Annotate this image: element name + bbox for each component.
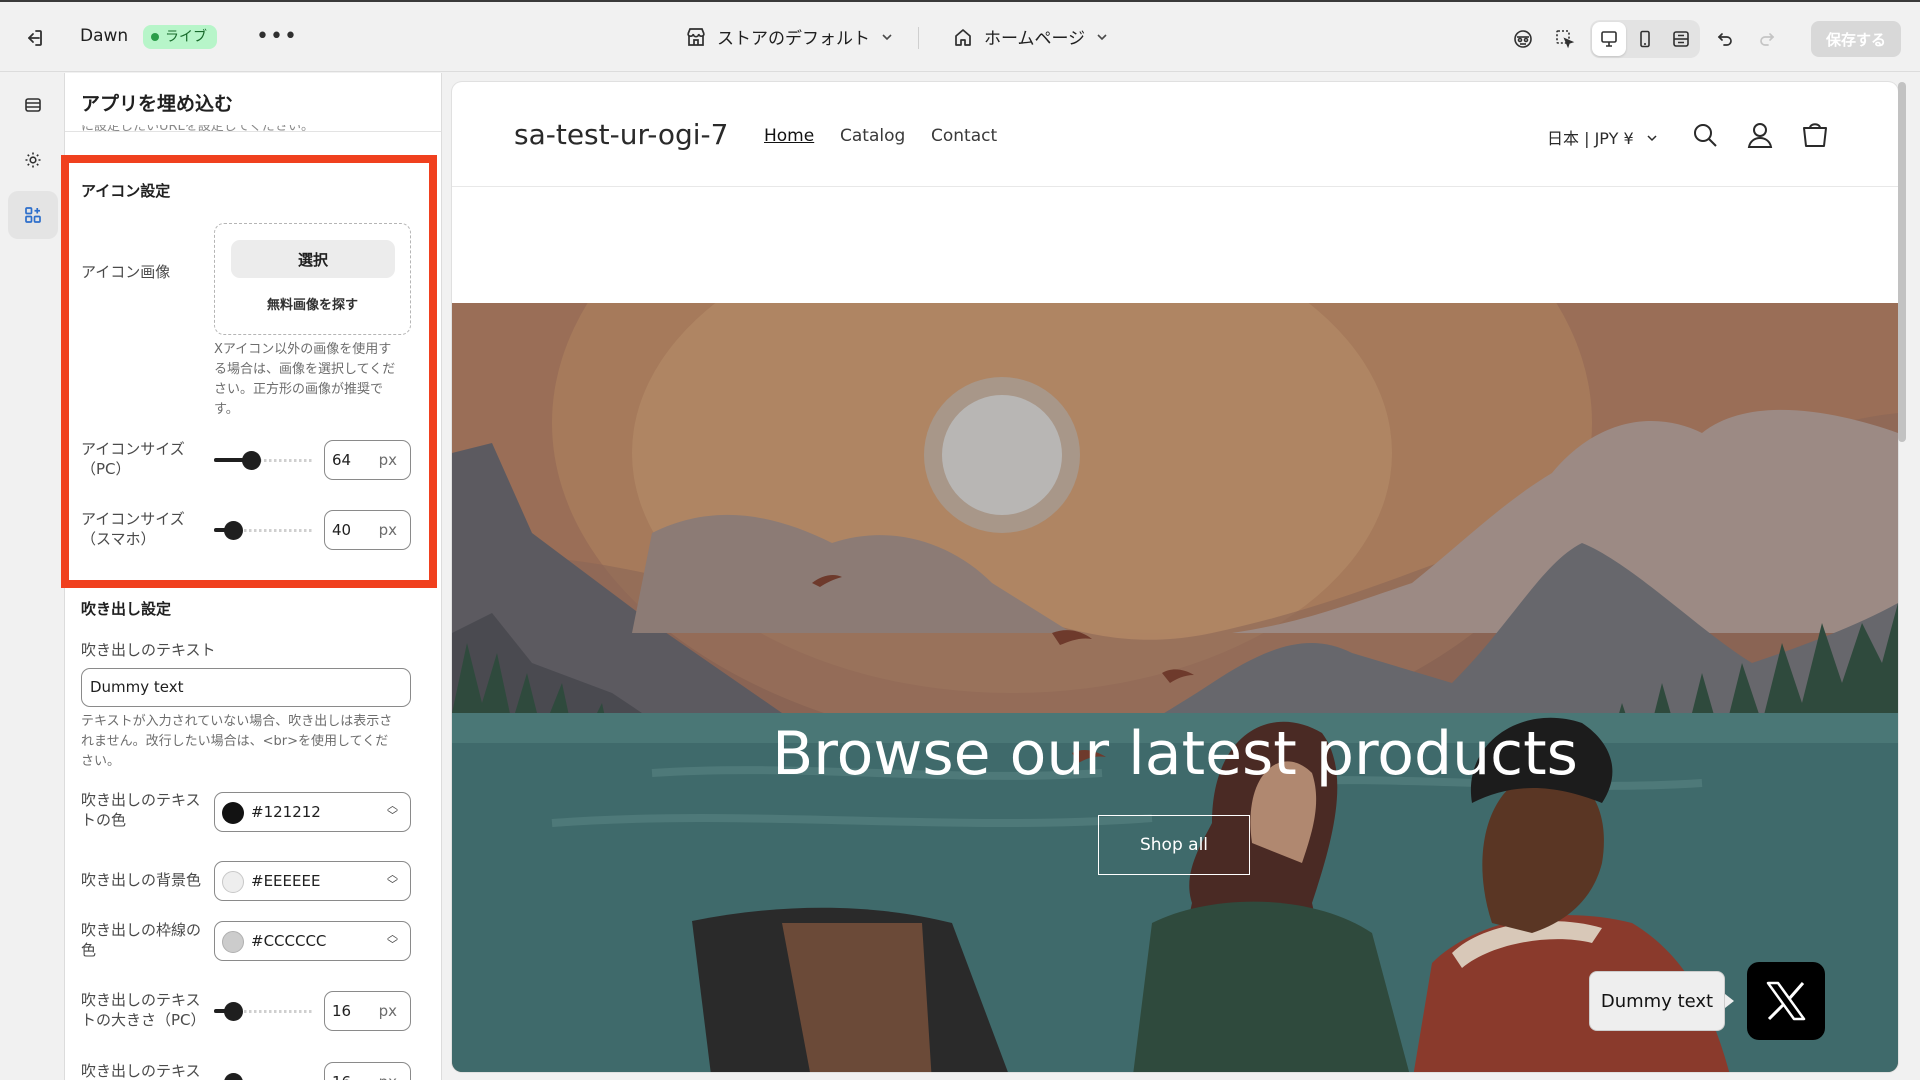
bubble-border-color-label: 吹き出しの枠線の 色 bbox=[81, 920, 201, 960]
store-selector-label: ストアのデフォルト bbox=[717, 29, 870, 49]
store-icon bbox=[687, 27, 705, 46]
panel-divider bbox=[65, 131, 441, 132]
bubble-font-size-pc-input[interactable]: 16 px bbox=[324, 991, 411, 1031]
label-line: トの色 bbox=[81, 811, 127, 829]
topbar-divider bbox=[918, 27, 919, 49]
color-hex-value: #EEEEEE bbox=[251, 872, 321, 890]
x-logo-icon[interactable] bbox=[1747, 962, 1825, 1040]
slider-handle[interactable] bbox=[224, 1002, 243, 1021]
bubble-bg-color-picker[interactable]: #EEEEEE ︿ ﹀ bbox=[214, 861, 411, 901]
inspector-icon[interactable] bbox=[1548, 22, 1582, 56]
app-embeds-icon[interactable] bbox=[8, 191, 58, 239]
cart-icon[interactable] bbox=[1799, 119, 1831, 151]
desktop-view-icon[interactable] bbox=[1592, 22, 1626, 56]
number-value: 16 bbox=[332, 1002, 352, 1020]
editor-sidebar-rail bbox=[0, 73, 65, 1080]
bubble-font-size-sp-slider[interactable] bbox=[214, 1072, 314, 1080]
highlight-box bbox=[61, 155, 437, 588]
save-button[interactable]: 保存する bbox=[1811, 21, 1901, 57]
label-line: 吹き出しのテキス bbox=[81, 791, 201, 809]
panel-cutoff-row: 吹き出しのテキス 16 px bbox=[65, 1058, 442, 1080]
label-line: 吹き出しのテキス bbox=[81, 991, 201, 1009]
label-line: 色 bbox=[81, 941, 97, 959]
color-swatch bbox=[222, 931, 244, 953]
stepper-arrows-icon: ︿ ﹀ bbox=[387, 868, 398, 891]
nav-link-catalog[interactable]: Catalog bbox=[840, 126, 905, 146]
account-icon[interactable] bbox=[1744, 119, 1776, 151]
hero-heading: Browse our latest products bbox=[772, 719, 1578, 789]
storefront-preview: sa-test-ur-ogi-7 Home Catalog Contact 日本… bbox=[452, 82, 1898, 1072]
live-status-badge: ライブ bbox=[143, 25, 217, 49]
label-line: 吹き出しの枠線の bbox=[81, 921, 202, 939]
undo-icon[interactable] bbox=[1708, 22, 1742, 56]
status-dot-icon bbox=[151, 33, 159, 41]
store-selector[interactable]: ストアのデフォルト bbox=[685, 24, 894, 49]
live-badge-label: ライブ bbox=[165, 29, 207, 45]
speech-bubble-tail bbox=[1725, 994, 1734, 1008]
page-selector[interactable]: ホームページ bbox=[952, 24, 1109, 49]
preview-scrollbar[interactable] bbox=[1898, 82, 1906, 442]
nav-link-contact[interactable]: Contact bbox=[931, 126, 997, 146]
bubble-text-help: テキストが入力されていない場合、吹き出しは表示さ れません。改行したい場合は、<… bbox=[81, 712, 416, 772]
theme-settings-icon[interactable] bbox=[8, 136, 58, 184]
editor-topbar: Dawn ライブ ••• ストアのデフォルト ホームページ 保存する bbox=[0, 2, 1920, 72]
chevron-down-icon bbox=[1097, 33, 1107, 40]
currency-label: 日本 | JPY ¥ bbox=[1547, 129, 1634, 148]
mobile-view-icon[interactable] bbox=[1628, 22, 1662, 56]
color-hex-value: #121212 bbox=[251, 803, 321, 821]
color-swatch bbox=[222, 871, 244, 893]
search-icon[interactable] bbox=[1689, 119, 1721, 151]
chevron-down-icon bbox=[1647, 135, 1657, 142]
unit-label: px bbox=[378, 1002, 397, 1020]
fullscreen-view-icon[interactable] bbox=[1664, 22, 1698, 56]
help-line: れません。改行したい場合は、<br>を使用してくだ bbox=[81, 734, 389, 749]
sections-icon[interactable] bbox=[8, 81, 58, 129]
store-header: sa-test-ur-ogi-7 Home Catalog Contact 日本… bbox=[452, 82, 1898, 187]
country-currency-selector[interactable]: 日本 | JPY ¥ bbox=[1547, 125, 1659, 149]
stepper-arrows-icon: ︿ ﹀ bbox=[387, 928, 398, 951]
bubble-text-color-picker[interactable]: #121212 ︿ ﹀ bbox=[214, 792, 411, 832]
store-logo-text[interactable]: sa-test-ur-ogi-7 bbox=[514, 118, 728, 151]
page-selector-label: ホームページ bbox=[984, 29, 1086, 49]
unit-label: px bbox=[379, 1073, 397, 1080]
bubble-font-size-sp-label: 吹き出しのテキス bbox=[81, 1062, 201, 1080]
bubble-text-input[interactable]: Dummy text bbox=[81, 668, 411, 707]
bubble-text-label: 吹き出しのテキスト bbox=[81, 641, 216, 659]
exit-icon[interactable] bbox=[22, 26, 46, 50]
device-toggle-group bbox=[1590, 20, 1700, 58]
help-line: テキストが入力されていない場合、吹き出しは表示さ bbox=[81, 714, 393, 729]
label-line: トの大きさ（PC） bbox=[81, 1011, 206, 1029]
stepper-arrows-icon: ︿ ﹀ bbox=[387, 799, 398, 822]
bubble-font-size-pc-label: 吹き出しのテキス トの大きさ（PC） bbox=[81, 990, 206, 1030]
shop-all-button[interactable]: Shop all bbox=[1098, 815, 1250, 875]
sidekick-icon[interactable] bbox=[1506, 22, 1540, 56]
redo-icon[interactable] bbox=[1750, 22, 1784, 56]
panel-title: アプリを埋め込む bbox=[81, 93, 234, 115]
home-icon bbox=[955, 28, 971, 46]
nav-link-home[interactable]: Home bbox=[764, 126, 814, 146]
number-value: 16 bbox=[332, 1073, 351, 1080]
theme-name: Dawn bbox=[80, 26, 129, 46]
bubble-text-color-label: 吹き出しのテキス トの色 bbox=[81, 790, 201, 830]
topbar-tools bbox=[1506, 20, 1784, 58]
slider-handle[interactable] bbox=[224, 1073, 243, 1080]
bubble-font-size-pc-slider[interactable] bbox=[214, 1001, 314, 1021]
help-line: さい。 bbox=[81, 754, 121, 769]
bubble-border-color-picker[interactable]: #CCCCCC ︿ ﹀ bbox=[214, 921, 411, 961]
chevron-down-icon bbox=[882, 33, 892, 40]
bubble-settings-title: 吹き出し設定 bbox=[81, 600, 172, 618]
color-swatch bbox=[222, 802, 244, 824]
hero-illustration bbox=[452, 303, 1898, 1072]
color-hex-value: #CCCCCC bbox=[251, 932, 327, 950]
more-actions-button[interactable]: ••• bbox=[256, 24, 298, 49]
bubble-bg-color-label: 吹き出しの背景色 bbox=[81, 871, 202, 889]
speech-bubble: Dummy text bbox=[1589, 971, 1725, 1031]
bubble-font-size-sp-input[interactable]: 16 px bbox=[324, 1062, 411, 1080]
